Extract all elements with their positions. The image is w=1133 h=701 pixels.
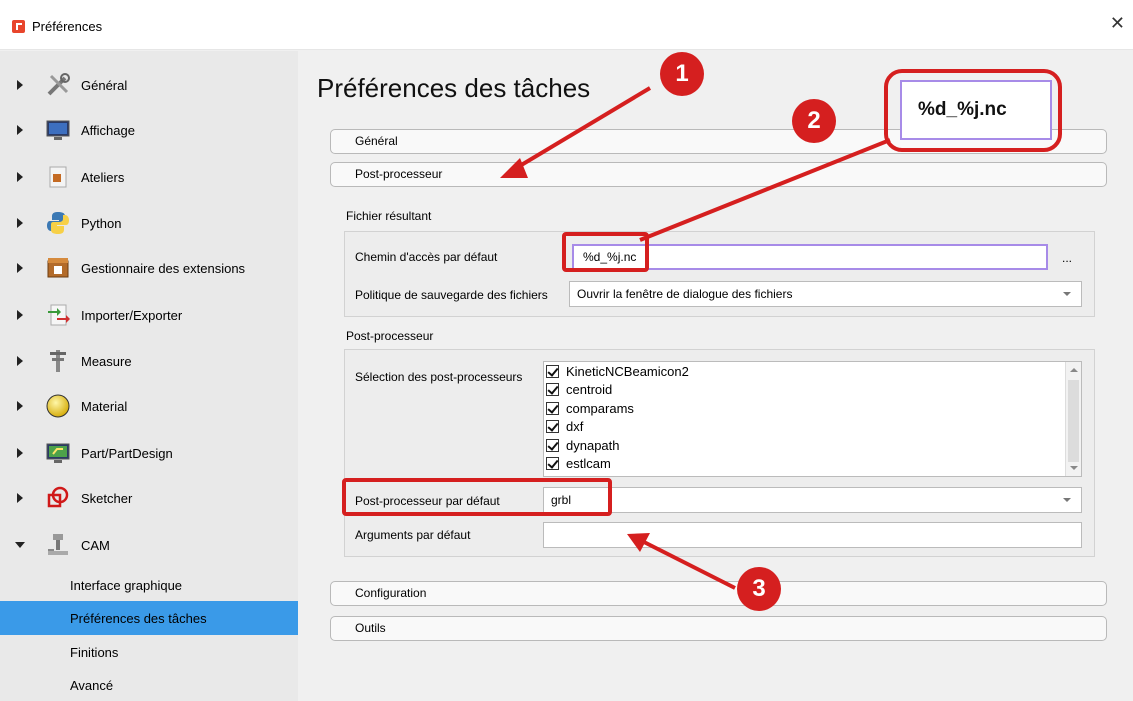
sidebar-item-display[interactable]: Affichage xyxy=(0,108,298,152)
annotation-path-frame xyxy=(562,232,649,272)
sidebar-item-label: Importer/Exporter xyxy=(81,307,183,323)
default-arguments-label: Arguments par défaut xyxy=(355,528,471,542)
list-item[interactable]: comparams xyxy=(544,399,1081,418)
monitor-icon xyxy=(45,117,71,143)
collapse-arrow-icon[interactable] xyxy=(15,542,25,548)
save-policy-value: Ouvrir la fenêtre de dialogue des fichie… xyxy=(577,287,793,301)
sketcher-icon xyxy=(45,485,71,511)
sidebar-item-addon-manager[interactable]: Gestionnaire des extensions xyxy=(0,246,298,290)
caliper-icon xyxy=(45,348,71,374)
import-export-icon xyxy=(45,302,71,328)
annotation-zoom-frame xyxy=(884,69,1062,152)
page-title: Préférences des tâches xyxy=(317,73,591,103)
sidebar-item-part-design[interactable]: Part/PartDesign xyxy=(0,431,298,475)
sidebar-item-workbenches[interactable]: Ateliers xyxy=(0,155,298,199)
list-item[interactable]: centroid xyxy=(544,381,1081,400)
cam-mill-icon xyxy=(45,532,71,558)
expand-arrow-icon[interactable] xyxy=(17,125,23,135)
expand-arrow-icon[interactable] xyxy=(17,80,23,90)
sidebar-item-import-export[interactable]: Importer/Exporter xyxy=(0,293,298,337)
list-item-label: dxf xyxy=(566,419,584,435)
expand-arrow-icon[interactable] xyxy=(17,218,23,228)
annotation-default-pp-frame xyxy=(342,478,612,516)
sidebar-item-label: Général xyxy=(81,77,128,93)
sidebar-item-python[interactable]: Python xyxy=(0,201,298,245)
expand-arrow-icon[interactable] xyxy=(17,493,23,503)
sidebar-item-material[interactable]: Material xyxy=(0,384,298,428)
sidebar-item-cam-gui[interactable]: Interface graphique xyxy=(0,568,298,602)
list-item-label: estlcam xyxy=(566,456,611,472)
save-policy-label: Politique de sauvegarde des fichiers xyxy=(355,288,548,302)
sidebar-item-sketcher[interactable]: Sketcher xyxy=(0,476,298,520)
scroll-up-icon[interactable] xyxy=(1070,368,1078,372)
post-processor-selection-label: Sélection des post-processeurs xyxy=(355,370,523,384)
list-item[interactable]: dynapath xyxy=(544,436,1081,455)
list-item[interactable]: estlcam xyxy=(544,455,1081,474)
sidebar-item-advanced[interactable]: Avancé xyxy=(0,668,298,701)
checkbox-checked[interactable] xyxy=(546,364,559,378)
tools-icon xyxy=(45,72,71,98)
sidebar-item-general[interactable]: Général xyxy=(0,63,298,107)
save-policy-select[interactable]: Ouvrir la fenêtre de dialogue des fichie… xyxy=(569,281,1082,307)
checkbox-checked[interactable] xyxy=(546,438,559,452)
sidebar-item-finishing[interactable]: Finitions xyxy=(0,635,298,669)
expand-arrow-icon[interactable] xyxy=(17,401,23,411)
section-configuration-button[interactable]: Configuration xyxy=(330,581,1107,606)
freecad-app-icon xyxy=(12,20,25,33)
part-design-icon xyxy=(45,440,71,466)
default-arguments-input[interactable] xyxy=(543,522,1082,548)
post-processor-group-label: Post-processeur xyxy=(346,329,434,343)
list-item-label: centroid xyxy=(566,382,613,398)
preferences-sidebar: Général Affichage Ateliers Python Gestio… xyxy=(0,51,298,701)
sidebar-item-label: Measure xyxy=(81,353,132,369)
sidebar-item-label: Part/PartDesign xyxy=(81,445,173,461)
output-file-group-label: Fichier résultant xyxy=(346,209,432,223)
sidebar-item-job-preferences[interactable]: Préférences des tâches xyxy=(0,601,298,635)
sidebar-item-label: Affichage xyxy=(81,122,135,138)
annotation-badge-1: 1 xyxy=(660,52,704,96)
sidebar-item-measure[interactable]: Measure xyxy=(0,339,298,383)
expand-arrow-icon[interactable] xyxy=(17,172,23,182)
expand-arrow-icon[interactable] xyxy=(17,310,23,320)
annotation-badge-2: 2 xyxy=(792,99,836,143)
addon-manager-icon xyxy=(45,255,71,281)
python-icon xyxy=(45,210,71,236)
checkbox-checked[interactable] xyxy=(546,383,559,397)
annotation-badge-3: 3 xyxy=(737,567,781,611)
workbench-icon xyxy=(45,164,71,190)
checkbox-checked[interactable] xyxy=(546,420,559,434)
sidebar-item-label: Gestionnaire des extensions xyxy=(81,260,246,276)
chevron-down-icon xyxy=(1063,498,1071,502)
scrollbar-thumb[interactable] xyxy=(1068,380,1079,462)
list-item-label: KineticNCBeamicon2 xyxy=(566,363,689,379)
close-icon[interactable]: ✕ xyxy=(1110,13,1125,34)
list-item[interactable]: KineticNCBeamicon2 xyxy=(544,362,1081,381)
sidebar-item-label: CAM xyxy=(81,537,110,553)
expand-arrow-icon[interactable] xyxy=(17,448,23,458)
material-sphere-icon xyxy=(45,393,71,419)
scroll-down-icon[interactable] xyxy=(1070,466,1078,470)
section-post-processor-button[interactable]: Post-processeur xyxy=(330,162,1107,187)
list-scrollbar[interactable] xyxy=(1065,362,1081,476)
sidebar-item-cam[interactable]: CAM xyxy=(0,523,298,567)
list-item-label: comparams xyxy=(566,400,634,416)
sidebar-item-label: Sketcher xyxy=(81,490,133,506)
checkbox-checked[interactable] xyxy=(546,401,559,415)
section-tools-button[interactable]: Outils xyxy=(330,616,1107,641)
list-item-label: dynapath xyxy=(566,437,620,453)
browse-path-button[interactable]: ... xyxy=(1062,251,1072,265)
title-bar: Préférences ✕ xyxy=(0,0,1133,50)
default-path-label: Chemin d'accès par défaut xyxy=(355,250,498,264)
default-post-processor-select[interactable]: grbl xyxy=(543,487,1082,513)
post-processor-list[interactable]: KineticNCBeamicon2 centroid comparams dx… xyxy=(543,361,1082,477)
window-title: Préférences xyxy=(32,19,103,34)
chevron-down-icon xyxy=(1063,292,1071,296)
checkbox-checked[interactable] xyxy=(546,457,559,471)
expand-arrow-icon[interactable] xyxy=(17,263,23,273)
sidebar-item-label: Ateliers xyxy=(81,169,125,185)
sidebar-item-label: Material xyxy=(81,398,128,414)
list-item[interactable]: dxf xyxy=(544,418,1081,437)
expand-arrow-icon[interactable] xyxy=(17,356,23,366)
sidebar-item-label: Python xyxy=(81,215,122,231)
